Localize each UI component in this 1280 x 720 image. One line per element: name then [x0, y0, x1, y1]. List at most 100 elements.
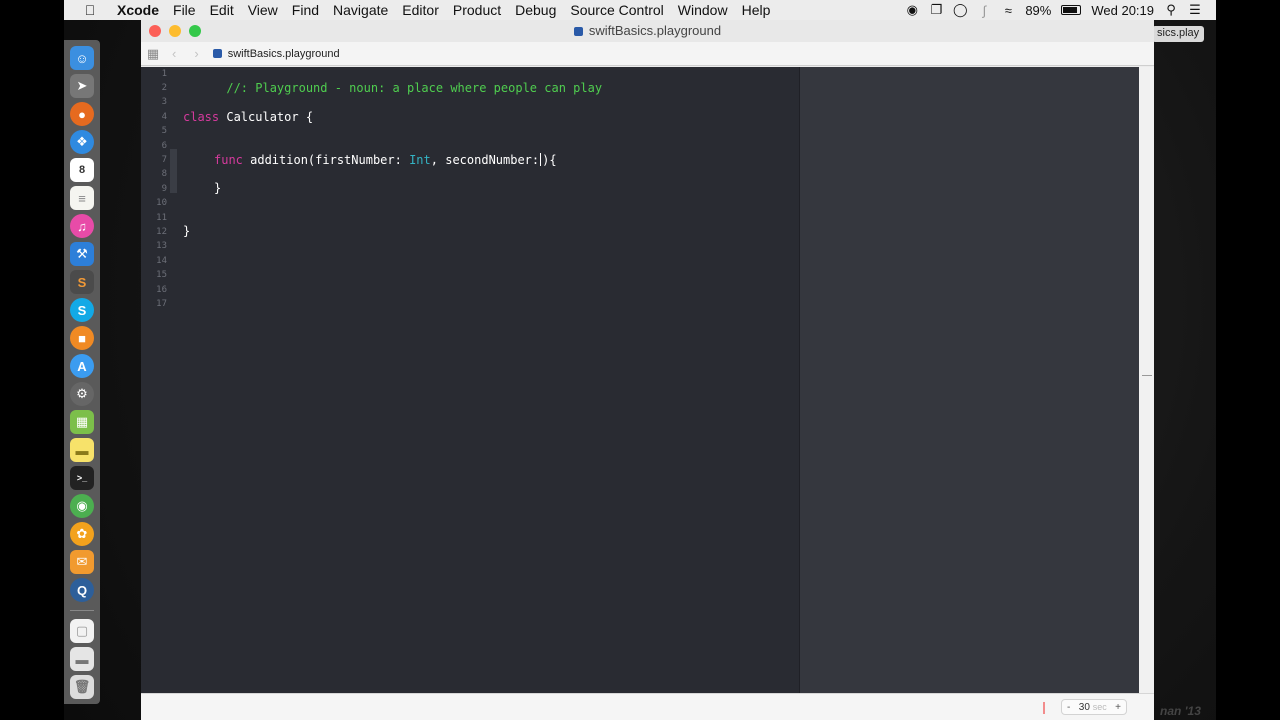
code-editor[interactable]: //: Playground - noun: a place where peo… — [177, 67, 799, 693]
current-line-highlight — [170, 149, 177, 193]
spotlight-search-icon[interactable]: ⚲ — [1164, 2, 1178, 17]
line-number: 15 — [156, 270, 167, 280]
letterbox-right — [1216, 0, 1280, 720]
type-int: Int — [409, 153, 431, 167]
apple-icon[interactable]:  — [80, 2, 100, 18]
window-title: swiftBasics.playground — [141, 23, 1154, 38]
chat-icon[interactable]: ◯ — [953, 2, 968, 17]
chrome-icon[interactable]: ◉ — [70, 494, 94, 518]
menu-navigate[interactable]: Navigate — [326, 2, 395, 18]
line-number: 3 — [161, 97, 167, 107]
menu-source-control[interactable]: Source Control — [563, 2, 670, 18]
letterbox-left — [0, 0, 64, 720]
skype-icon[interactable]: S — [70, 298, 94, 322]
stepper-plus-button[interactable]: + — [1115, 702, 1121, 713]
stepper-value: 30 — [1078, 701, 1090, 713]
clock[interactable]: Wed 20:19 — [1091, 3, 1154, 18]
related-items-grid-icon[interactable]: ▦ — [146, 46, 160, 61]
code-line-7[interactable]: func addition(firstNumber: Int, secondNu… — [214, 153, 557, 167]
line-number: 2 — [161, 83, 167, 93]
bottom-bar: - 30 sec + — [141, 693, 1154, 720]
func-signature-part: addition(firstNumber: — [242, 153, 410, 167]
menu-debug[interactable]: Debug — [508, 2, 563, 18]
closing-brace: } — [214, 181, 222, 195]
photos-icon[interactable]: ✿ — [70, 522, 94, 546]
line-number: 13 — [156, 241, 167, 251]
jump-bar: ▦ ‹ › swiftBasics.playground — [141, 42, 1154, 66]
line-number: 16 — [156, 285, 167, 295]
line-number: 14 — [156, 256, 167, 266]
menu-edit[interactable]: Edit — [203, 2, 241, 18]
line-number: 12 — [156, 227, 167, 237]
breadcrumb-file[interactable]: swiftBasics.playground — [228, 48, 340, 60]
bluetooth-icon[interactable]: ∫ — [977, 3, 991, 18]
notes-icon[interactable]: ≡ — [70, 186, 94, 210]
closing-brace: } — [183, 224, 191, 238]
menu-file[interactable]: File — [166, 2, 203, 18]
desktop-file-label[interactable]: sics.play — [1152, 26, 1205, 42]
menu-bar:  Xcode File Edit View Find Navigate Edi… — [64, 0, 1216, 20]
line-number: 8 — [161, 169, 167, 179]
results-sidebar — [799, 67, 1139, 693]
screen-mirror-icon[interactable]: ❐ — [929, 2, 943, 17]
class-declaration: Calculator { — [219, 110, 314, 124]
dock: ☺ ➤ ● ❖ 8 ≡ ♫ ⚒ S S ■ A ⚙ ▦ ▬ >_ ◉ ✿ ✉ Q… — [64, 40, 100, 704]
func-signature-part: , secondNumber: — [430, 153, 540, 167]
terminal-icon[interactable]: >_ — [70, 466, 94, 490]
menu-find[interactable]: Find — [285, 2, 326, 18]
system-preferences-icon[interactable]: ⚙ — [70, 382, 94, 406]
menu-product[interactable]: Product — [446, 2, 508, 18]
menu-view[interactable]: View — [241, 2, 285, 18]
record-icon[interactable]: ◉ — [905, 2, 919, 17]
menu-editor[interactable]: Editor — [395, 2, 446, 18]
keyword-func: func — [214, 153, 243, 167]
code-line-12[interactable]: } — [183, 224, 190, 238]
finder-icon[interactable]: ☺ — [70, 46, 94, 70]
messages-icon[interactable]: ✉ — [70, 550, 94, 574]
keyword-class: class — [183, 110, 220, 124]
playground-file-icon — [573, 27, 583, 37]
breadcrumb[interactable]: swiftBasics.playground — [212, 48, 340, 60]
line-number: 5 — [161, 126, 167, 136]
code-line-8[interactable]: } — [214, 181, 221, 195]
line-number-gutter: 1 2 3 4 5 6 7 8 9 10 11 12 13 14 15 16 1… — [141, 67, 177, 693]
itunes-icon[interactable]: ♫ — [70, 214, 94, 238]
xcode-window: swiftBasics.playground ▦ ‹ › swiftBasics… — [141, 20, 1154, 720]
android-file-transfer-icon[interactable]: ▦ — [70, 410, 94, 434]
trash-icon[interactable]: 🗑 — [70, 675, 94, 699]
code-line-1[interactable]: //: Playground - noun: a place where peo… — [183, 67, 602, 109]
launchpad-icon[interactable]: ➤ — [70, 74, 94, 98]
line-number: 9 — [161, 184, 167, 194]
line-number: 6 — [161, 141, 167, 151]
line-number: 7 — [161, 155, 167, 165]
stickies-icon[interactable]: ▬ — [70, 438, 94, 462]
timeline-duration-stepper[interactable]: - 30 sec + — [1061, 699, 1127, 715]
quicktime-icon[interactable]: Q — [70, 578, 94, 602]
safari-icon[interactable]: ❖ — [70, 130, 94, 154]
window-scroll-edge[interactable] — [1139, 67, 1154, 693]
wifi-icon[interactable]: ≈ — [1001, 3, 1015, 18]
code-line-4[interactable]: class Calculator { — [183, 110, 313, 124]
menu-window[interactable]: Window — [671, 2, 735, 18]
app-store-icon[interactable]: A — [70, 354, 94, 378]
line-number: 17 — [156, 299, 167, 309]
line-number: 11 — [156, 213, 167, 223]
forward-arrow-icon[interactable]: › — [194, 46, 198, 61]
back-arrow-icon[interactable]: ‹ — [172, 46, 176, 61]
xcode-icon[interactable]: ⚒ — [70, 242, 94, 266]
battery-icon[interactable] — [1061, 5, 1082, 15]
ibooks-icon[interactable]: ■ — [70, 326, 94, 350]
menu-help[interactable]: Help — [735, 2, 778, 18]
sublime-icon[interactable]: S — [70, 270, 94, 294]
documents-icon[interactable]: ▢ — [70, 619, 94, 643]
stepper-minus-button[interactable]: - — [1067, 702, 1070, 713]
title-bar: swiftBasics.playground — [141, 20, 1154, 42]
notification-center-icon[interactable]: ☰ — [1188, 2, 1202, 17]
firefox-icon[interactable]: ● — [70, 102, 94, 126]
text-cursor — [540, 153, 542, 166]
dock-separator — [70, 610, 94, 611]
downloads-icon[interactable]: ▬ — [70, 647, 94, 671]
calendar-icon[interactable]: 8 — [70, 158, 94, 182]
playground-file-icon — [212, 49, 222, 58]
menu-app-xcode[interactable]: Xcode — [110, 2, 166, 18]
